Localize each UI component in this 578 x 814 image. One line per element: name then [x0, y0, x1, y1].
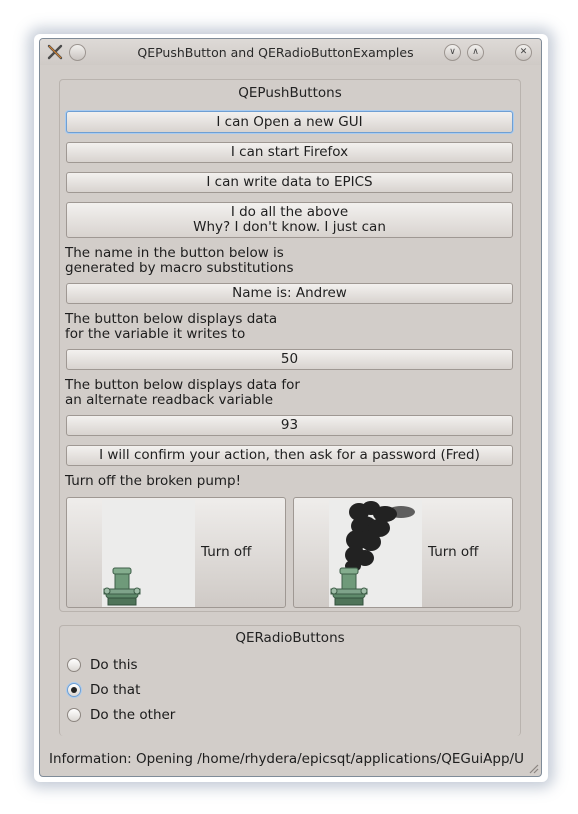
turn-off-label-1: Turn off — [201, 544, 252, 560]
readback-button[interactable]: 93 — [66, 415, 513, 436]
push-group-title: QEPushButtons — [238, 85, 342, 101]
resize-grip-icon[interactable] — [527, 762, 539, 774]
do-all-line-2: Why? I don't know. I just can — [193, 219, 386, 235]
radio-circle-do-that[interactable] — [67, 683, 81, 697]
variable-label-1: The button below displays data — [65, 311, 278, 327]
alternate-label-1: The button below displays data for — [65, 377, 300, 393]
radio-label-do-that: Do that — [90, 682, 141, 698]
app-menu-icon[interactable] — [46, 43, 64, 61]
open-gui-button[interactable]: I can Open a new GUI — [66, 111, 513, 133]
turn-off-pump-button-2[interactable]: Turn off — [293, 497, 513, 608]
macro-label-1: The name in the button below is — [65, 245, 284, 261]
radio-selected-dot — [71, 687, 77, 693]
minimize-icon[interactable]: ∨ — [444, 44, 461, 61]
radio-group-title: QERadioButtons — [235, 630, 345, 646]
name-button[interactable]: Name is: Andrew — [66, 283, 513, 304]
status-bar-text: Information: Opening /home/rhydera/epics… — [49, 751, 524, 767]
title-bar[interactable]: QEPushButton and QERadioButtonExamples ∨… — [40, 39, 541, 65]
turn-off-label-2: Turn off — [428, 544, 479, 560]
keep-on-top-icon[interactable] — [69, 44, 86, 61]
radio-circle-do-the-other[interactable] — [67, 708, 81, 722]
window-title: QEPushButton and QERadioButtonExamples — [137, 45, 414, 60]
radio-label-do-this: Do this — [90, 657, 138, 673]
do-all-button[interactable]: I do all the above Why? I don't know. I … — [66, 202, 513, 238]
close-icon[interactable]: ✕ — [515, 44, 532, 61]
variable-label-2: for the variable it writes to — [65, 326, 246, 342]
turn-off-pump-button-1[interactable]: Turn off — [66, 497, 286, 608]
smoking-pump-icon — [329, 500, 422, 607]
app-window: QEPushButton and QERadioButtonExamples ∨… — [39, 38, 542, 777]
confirm-password-button[interactable]: I will confirm your action, then ask for… — [66, 445, 513, 466]
macro-label-2: generated by macro substitutions — [65, 260, 294, 276]
radio-label-do-the-other: Do the other — [90, 707, 176, 723]
do-all-line-1: I do all the above — [230, 204, 349, 220]
maximize-icon[interactable]: ∧ — [467, 44, 484, 61]
pump-icon — [102, 500, 195, 607]
alternate-label-2: an alternate readback variable — [65, 392, 274, 408]
pump-label: Turn off the broken pump! — [65, 473, 242, 489]
radio-circle-do-this[interactable] — [67, 658, 81, 672]
start-firefox-button[interactable]: I can start Firefox — [66, 142, 513, 163]
write-epics-button[interactable]: I can write data to EPICS — [66, 172, 513, 193]
value-write-button[interactable]: 50 — [66, 349, 513, 370]
